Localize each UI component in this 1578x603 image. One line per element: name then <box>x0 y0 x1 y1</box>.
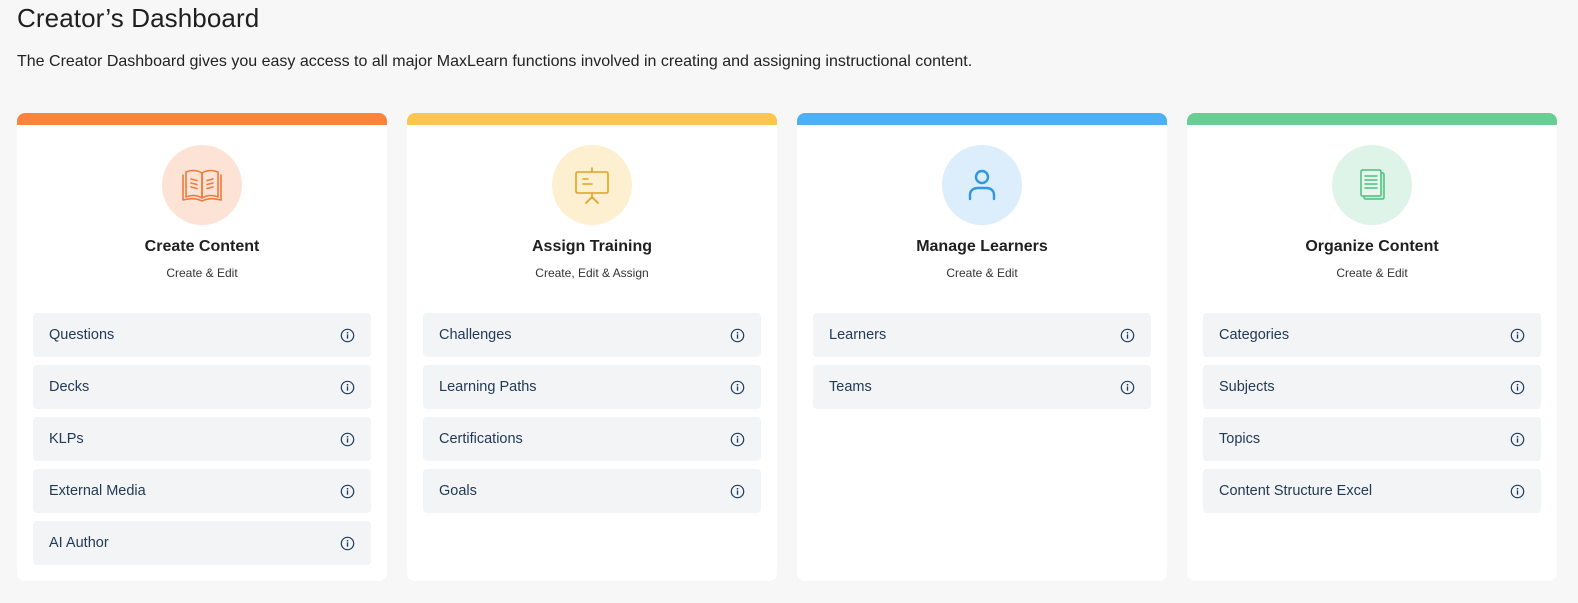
card-subtitle: Create & Edit <box>166 266 238 280</box>
info-icon[interactable] <box>339 431 355 447</box>
card-assign-training: Assign Training Create, Edit & Assign Ch… <box>407 113 777 581</box>
user-icon <box>942 145 1022 225</box>
item-label: AI Author <box>49 535 109 551</box>
card-accent-bar <box>407 113 777 125</box>
item-label: Goals <box>439 483 477 499</box>
item-subjects[interactable]: Subjects <box>1203 365 1541 409</box>
item-topics[interactable]: Topics <box>1203 417 1541 461</box>
item-label: Topics <box>1219 431 1261 447</box>
documents-icon <box>1332 145 1412 225</box>
card-title: Assign Training <box>531 238 652 255</box>
card-title: Organize Content <box>1305 238 1439 255</box>
item-ai-author[interactable]: AI Author <box>33 521 371 565</box>
card-accent-bar <box>1187 113 1557 125</box>
item-label: Subjects <box>1219 379 1275 395</box>
item-label: KLPs <box>49 431 84 447</box>
presentation-board-icon <box>552 145 632 225</box>
info-icon[interactable] <box>1119 327 1135 343</box>
card-title: Create Content <box>144 238 260 255</box>
info-icon[interactable] <box>1509 483 1525 499</box>
info-icon[interactable] <box>339 483 355 499</box>
info-icon[interactable] <box>1509 327 1525 343</box>
card-manage-learners: Manage Learners Create & Edit Learners T… <box>797 113 1167 581</box>
item-label: Challenges <box>439 327 512 343</box>
item-label: Decks <box>49 379 90 395</box>
item-goals[interactable]: Goals <box>423 469 761 513</box>
info-icon[interactable] <box>729 379 745 395</box>
card-create-content: Create Content Create & Edit Questions D… <box>17 113 387 581</box>
page-description: The Creator Dashboard gives you easy acc… <box>17 53 973 70</box>
item-external-media[interactable]: External Media <box>33 469 371 513</box>
item-categories[interactable]: Categories <box>1203 313 1541 357</box>
card-accent-bar <box>17 113 387 125</box>
info-icon[interactable] <box>1509 379 1525 395</box>
open-book-icon <box>162 145 242 225</box>
info-icon[interactable] <box>1119 379 1135 395</box>
info-icon[interactable] <box>339 379 355 395</box>
item-label: Teams <box>829 379 872 395</box>
item-label: External Media <box>49 483 146 499</box>
creator-dashboard: Creator’s Dashboard The Creator Dashboar… <box>0 0 1578 603</box>
info-icon[interactable] <box>1509 431 1525 447</box>
card-accent-bar <box>797 113 1167 125</box>
card-item-list: Questions Decks KLPs External Media AI A… <box>33 313 371 573</box>
info-icon[interactable] <box>729 483 745 499</box>
info-icon[interactable] <box>339 327 355 343</box>
item-label: Certifications <box>439 431 523 447</box>
card-item-list: Categories Subjects Topics Content Struc… <box>1203 313 1541 521</box>
card-organize-content: Organize Content Create & Edit Categorie… <box>1187 113 1557 581</box>
item-certifications[interactable]: Certifications <box>423 417 761 461</box>
item-questions[interactable]: Questions <box>33 313 371 357</box>
item-decks[interactable]: Decks <box>33 365 371 409</box>
info-icon[interactable] <box>729 431 745 447</box>
info-icon[interactable] <box>729 327 745 343</box>
item-label: Learners <box>829 327 887 343</box>
page-title: Creator’s Dashboard <box>17 3 260 33</box>
card-subtitle: Create & Edit <box>946 266 1018 280</box>
item-label: Learning Paths <box>439 379 537 395</box>
item-content-structure-excel[interactable]: Content Structure Excel <box>1203 469 1541 513</box>
item-learning-paths[interactable]: Learning Paths <box>423 365 761 409</box>
item-label: Categories <box>1219 327 1290 343</box>
item-klps[interactable]: KLPs <box>33 417 371 461</box>
item-label: Questions <box>49 327 115 343</box>
card-item-list: Learners Teams <box>813 313 1151 417</box>
card-subtitle: Create, Edit & Assign <box>535 266 649 280</box>
item-learners[interactable]: Learners <box>813 313 1151 357</box>
dashboard-cards: Create Content Create & Edit Questions D… <box>17 113 1557 581</box>
card-item-list: Challenges Learning Paths Certifications… <box>423 313 761 521</box>
card-title: Manage Learners <box>916 238 1048 255</box>
info-icon[interactable] <box>339 535 355 551</box>
item-label: Content Structure Excel <box>1219 483 1373 499</box>
card-subtitle: Create & Edit <box>1336 266 1408 280</box>
item-challenges[interactable]: Challenges <box>423 313 761 357</box>
item-teams[interactable]: Teams <box>813 365 1151 409</box>
